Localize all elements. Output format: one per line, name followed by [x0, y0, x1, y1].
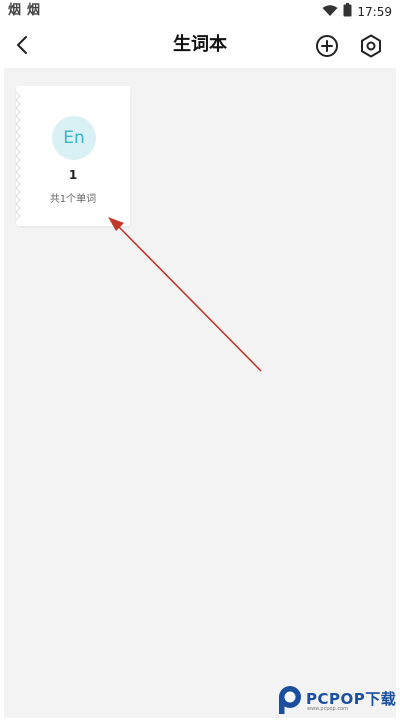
page-title: 生词本 — [173, 34, 227, 55]
notebook-avatar: En — [52, 116, 96, 160]
settings-button[interactable] — [358, 33, 384, 59]
status-right: 17:59 — [322, 2, 392, 21]
screen: 烟 烟 17:59 生词本 En 1 共1个单词 PCPOP下载 www.pcp… — [0, 0, 400, 720]
notebook-word-count: 共1个单词 — [49, 194, 97, 205]
app-header: 生词本 — [0, 22, 400, 68]
plus-circle-icon — [316, 35, 338, 57]
notebook-list: En 1 共1个单词 — [4, 68, 396, 718]
watermark: PCPOP下载 www.pcpop.com — [276, 684, 400, 718]
status-notification-glyph: 烟 — [8, 3, 22, 18]
hexagon-settings-icon — [361, 34, 381, 58]
status-time: 17:59 — [357, 4, 392, 19]
add-notebook-button[interactable] — [314, 33, 340, 59]
watermark-subtext: www.pcpop.com — [307, 706, 348, 712]
wifi-icon — [322, 2, 338, 21]
pcpop-logo-icon — [279, 686, 301, 714]
status-notification-glyph: 烟 — [27, 3, 41, 18]
notebook-card[interactable]: En 1 共1个单词 — [16, 86, 130, 226]
status-bar: 烟 烟 17:59 — [0, 0, 400, 22]
notebook-name: 1 — [68, 168, 78, 182]
status-left: 烟 烟 — [8, 2, 40, 20]
battery-icon — [343, 2, 352, 21]
